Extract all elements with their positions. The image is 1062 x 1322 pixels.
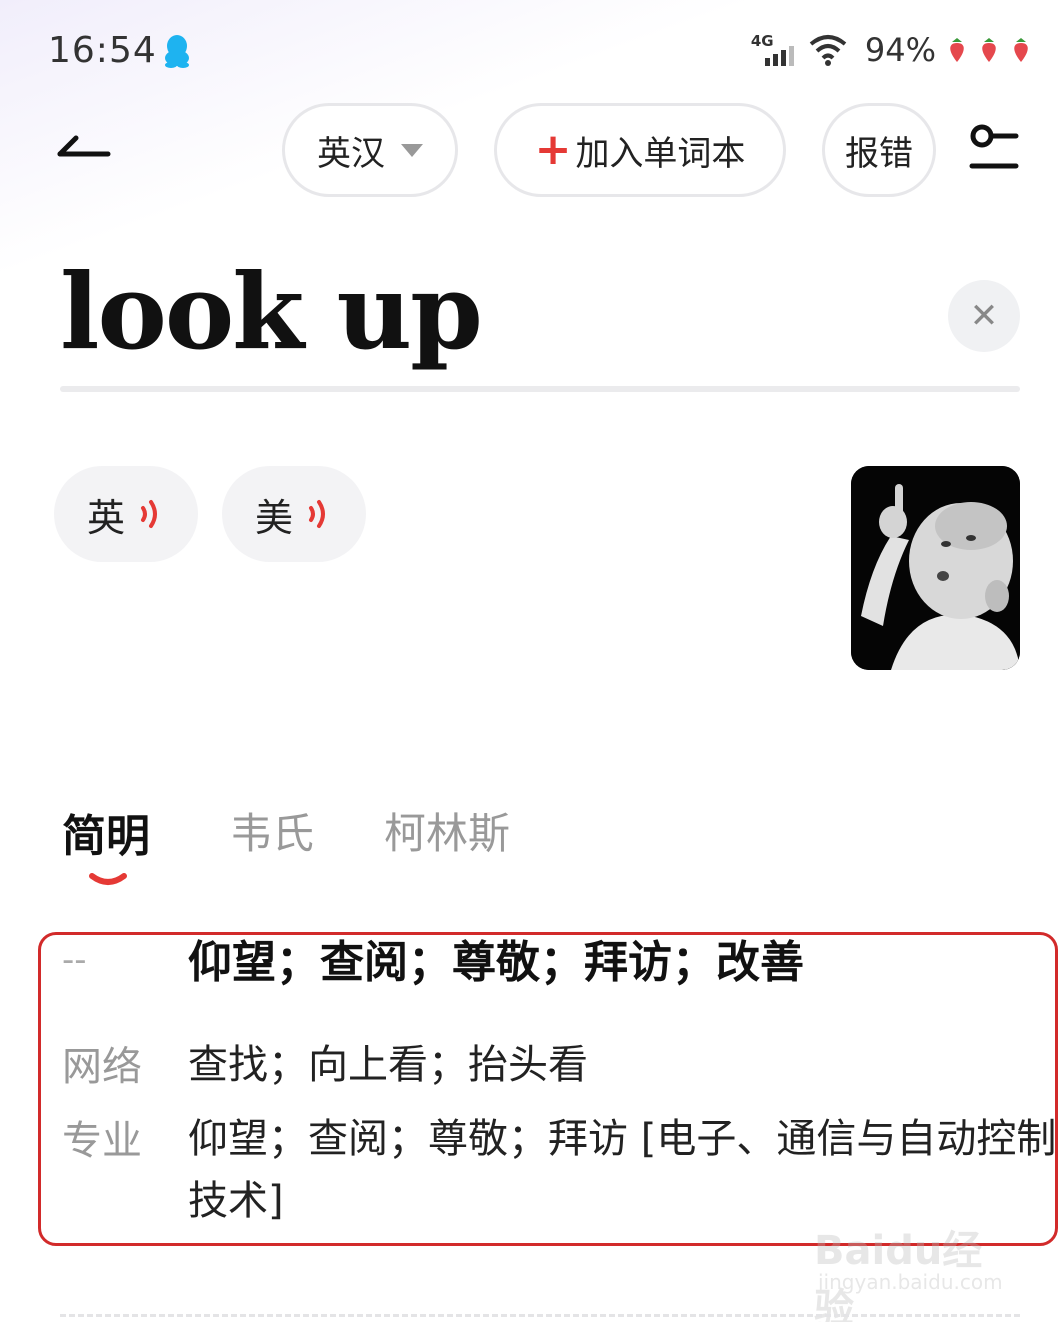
definition-pos-label: 专业 bbox=[62, 1118, 142, 1164]
chevron-down-icon bbox=[401, 143, 423, 157]
report-error-button[interactable]: 报错 bbox=[822, 103, 936, 197]
divider bbox=[60, 1314, 1020, 1317]
pronounce-us-label: 美 bbox=[254, 495, 293, 540]
pronounce-uk-label: 英 bbox=[86, 495, 125, 540]
signal-icon: 4G bbox=[751, 30, 799, 70]
report-error-label: 报错 bbox=[845, 133, 913, 174]
tab-active-indicator bbox=[89, 873, 127, 885]
settings-icon[interactable] bbox=[968, 124, 1020, 172]
battery-level: 94% bbox=[864, 31, 936, 69]
tab-collins[interactable]: 柯林斯 bbox=[384, 800, 510, 861]
definition-text: 仰望；查阅；尊敬；拜访；改善 bbox=[188, 937, 804, 988]
speaker-icon bbox=[309, 500, 325, 528]
strawberry-icon bbox=[982, 38, 996, 62]
definition-row: -- 仰望；查阅；尊敬；拜访；改善 bbox=[62, 932, 804, 994]
wifi-icon bbox=[809, 35, 847, 66]
add-to-wordbook-label: 加入单词本 bbox=[575, 133, 746, 174]
word-illustration-image[interactable] bbox=[851, 466, 1020, 670]
speaker-icon bbox=[141, 500, 157, 528]
strawberry-icon bbox=[1014, 38, 1028, 62]
divider bbox=[60, 386, 1020, 392]
strawberry-icon bbox=[950, 38, 964, 62]
back-arrow-icon[interactable] bbox=[56, 128, 112, 164]
plus-icon: + bbox=[534, 124, 572, 175]
pronounce-uk-button[interactable]: 英 bbox=[54, 466, 198, 562]
definition-pos-label: 网络 bbox=[62, 1044, 142, 1090]
tab-webster[interactable]: 韦氏 bbox=[230, 800, 314, 861]
language-label: 英汉 bbox=[317, 133, 385, 174]
dictionary-page: 16:54 4G 94% 英汉 + 加入单词本 报错 look up ✕ 英 美… bbox=[0, 0, 1062, 1322]
clear-button[interactable]: ✕ bbox=[948, 280, 1020, 352]
definition-text: 查找；向上看；抬头看 bbox=[188, 1042, 588, 1088]
watermark-url: jingyan.baidu.com bbox=[818, 1270, 1003, 1294]
definition-pos-label: -- bbox=[62, 940, 87, 980]
baidu-watermark: Baidu经验 jingyan.baidu.com bbox=[814, 1200, 1014, 1322]
pronounce-us-button[interactable]: 美 bbox=[222, 466, 366, 562]
language-selector[interactable]: 英汉 bbox=[282, 103, 458, 197]
tab-concise[interactable]: 简明 bbox=[62, 800, 150, 864]
status-icons: 4G 94% bbox=[751, 30, 1032, 70]
definition-row: 网络 查找；向上看；抬头看 bbox=[62, 1034, 588, 1096]
close-icon: ✕ bbox=[969, 296, 999, 336]
add-to-wordbook-button[interactable]: + 加入单词本 bbox=[494, 103, 786, 197]
headword: look up bbox=[60, 250, 483, 373]
status-time: 16:54 bbox=[48, 30, 157, 71]
qq-icon bbox=[165, 35, 189, 68]
